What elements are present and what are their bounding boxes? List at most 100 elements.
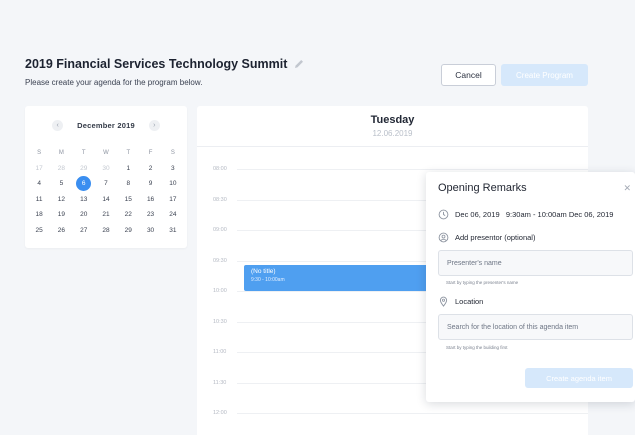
datetime-row[interactable]: Dec 06, 2019 9:30am - 10:00am Dec 06, 20… xyxy=(438,209,613,220)
calendar-day[interactable]: 10 xyxy=(162,176,184,192)
create-agenda-item-button[interactable]: Create agenda item xyxy=(525,368,633,388)
calendar-day-number: 25 xyxy=(35,226,43,234)
calendar-day-number: 31 xyxy=(169,226,177,234)
calendar-day[interactable]: 14 xyxy=(95,192,117,208)
presenter-row: Add presentor (optional) xyxy=(438,232,535,243)
location-hint: Start by typing the building first xyxy=(446,345,508,350)
calendar-day[interactable]: 8 xyxy=(117,176,139,192)
calendar-day-number: 23 xyxy=(146,211,155,219)
calendar-day-number: 5 xyxy=(59,180,64,188)
user-icon xyxy=(438,232,449,243)
calendar-day-number: 2 xyxy=(148,164,153,172)
calendar-day[interactable]: 15 xyxy=(117,192,139,208)
calendar-day[interactable]: 16 xyxy=(139,192,161,208)
calendar-day-number: 1 xyxy=(126,164,131,172)
calendar-day[interactable]: 3 xyxy=(162,161,184,177)
time-slot-label: 08:00 xyxy=(213,166,227,172)
calendar-day[interactable]: 17 xyxy=(162,192,184,208)
day-view-date: 12.06.2019 xyxy=(372,129,413,138)
calendar-day[interactable]: 17 xyxy=(28,161,50,177)
time-slot-label: 12:00 xyxy=(213,410,227,416)
calendar-day-number: 9 xyxy=(148,180,153,188)
calendar-day[interactable]: 24 xyxy=(162,207,184,223)
event-datetime: Dec 06, 2019 9:30am - 10:00am Dec 06, 20… xyxy=(455,210,614,219)
weekday-header: T xyxy=(81,149,86,156)
presenter-hint: Start by typing the presenter's name xyxy=(446,280,519,285)
calendar-day-number: 22 xyxy=(124,211,132,219)
calendar-day[interactable]: 29 xyxy=(117,223,139,239)
time-slot[interactable]: 12:00 xyxy=(197,410,588,416)
calendar-day-number: 12 xyxy=(57,195,66,203)
presenter-input[interactable]: Presenter's name xyxy=(438,250,633,276)
calendar-day[interactable]: 1 xyxy=(117,161,139,177)
close-icon[interactable]: ✕ xyxy=(623,183,631,194)
calendar-day[interactable]: 21 xyxy=(95,207,117,223)
location-row: Location xyxy=(438,296,483,307)
time-slot-label: 08:30 xyxy=(213,196,227,203)
cancel-button[interactable]: Cancel xyxy=(441,64,496,86)
mini-calendar: ‹ December 2019 › S M T W T F S 17 28 29 30 1 2 3 4 5 6 7… xyxy=(25,106,187,248)
weekday-header: M xyxy=(58,149,64,156)
calendar-day[interactable]: 25 xyxy=(28,223,50,239)
time-slot[interactable]: 08:00 xyxy=(197,166,588,172)
event-title: (No title) xyxy=(251,268,276,275)
calendar-day-number: 10 xyxy=(169,180,177,188)
location-label: Location xyxy=(455,297,484,306)
chevron-right-icon[interactable]: › xyxy=(148,120,160,131)
calendar-day[interactable]: 5 xyxy=(50,176,72,192)
calendar-day[interactable]: 11 xyxy=(28,192,50,208)
calendar-day[interactable]: 4 xyxy=(28,176,50,192)
calendar-day[interactable]: 2 xyxy=(139,161,161,177)
chevron-left-icon[interactable]: ‹ xyxy=(52,120,64,131)
time-slot-label: 09:00 xyxy=(213,227,227,233)
calendar-day-number: 18 xyxy=(35,211,43,219)
calendar-day[interactable]: 6 xyxy=(73,176,95,192)
time-slot-label: 10:00 xyxy=(213,288,227,294)
event-time: 9:30 - 10:00am xyxy=(251,277,285,283)
calendar-day-number: 24 xyxy=(169,211,177,219)
program-title: 2019 Financial Services Technology Summi… xyxy=(25,57,288,71)
calendar-day[interactable]: 29 xyxy=(73,161,95,177)
calendar-day-number: 11 xyxy=(35,195,43,203)
calendar-day[interactable]: 26 xyxy=(50,223,72,239)
create-program-button[interactable]: Create Program xyxy=(501,64,588,86)
agenda-item-popover: Opening Remarks ✕ Dec 06, 2019 9:30am - … xyxy=(426,172,635,402)
time-slot-label: 11:00 xyxy=(213,349,227,355)
calendar-day[interactable]: 19 xyxy=(50,207,72,223)
calendar-day[interactable]: 28 xyxy=(50,161,72,177)
calendar-day[interactable]: 30 xyxy=(95,161,117,177)
weekday-header: F xyxy=(148,149,153,156)
calendar-day-number: 30 xyxy=(146,226,155,234)
calendar-day[interactable]: 31 xyxy=(162,223,184,239)
calendar-day[interactable]: 23 xyxy=(139,207,161,223)
calendar-day-number: 29 xyxy=(80,164,88,172)
calendar-day[interactable]: 9 xyxy=(139,176,161,192)
calendar-day-number: 14 xyxy=(102,195,110,203)
pencil-icon[interactable] xyxy=(293,58,305,70)
calendar-day-number: 8 xyxy=(126,180,131,188)
calendar-day[interactable]: 27 xyxy=(73,223,95,239)
calendar-day[interactable]: 20 xyxy=(73,207,95,223)
presenter-label: Add presentor (optional) xyxy=(455,233,536,242)
time-slot-label: 09:30 xyxy=(213,257,227,264)
day-view-weekday: Tuesday xyxy=(370,114,415,126)
calendar-day[interactable]: 7 xyxy=(95,176,117,192)
weekday-header: S xyxy=(37,149,42,156)
calendar-day-number: 16 xyxy=(146,195,155,203)
calendar-day[interactable]: 30 xyxy=(139,223,161,239)
time-slot-label: 11:30 xyxy=(213,379,227,386)
calendar-day[interactable]: 13 xyxy=(73,192,95,208)
calendar-day[interactable]: 22 xyxy=(117,207,139,223)
calendar-day-number: 7 xyxy=(104,180,108,188)
calendar-day[interactable]: 12 xyxy=(50,192,72,208)
popover-title: Opening Remarks xyxy=(438,182,527,194)
location-search-input[interactable]: Search for the location of this agenda i… xyxy=(438,314,633,340)
weekday-header: W xyxy=(103,149,109,156)
calendar-day-number: 26 xyxy=(57,226,66,234)
calendar-day-number: 28 xyxy=(102,226,110,234)
calendar-event[interactable]: (No title) 9:30 - 10:00am xyxy=(244,265,434,291)
calendar-day[interactable]: 18 xyxy=(28,207,50,223)
calendar-day[interactable]: 28 xyxy=(95,223,117,239)
calendar-day-number: 17 xyxy=(35,164,43,172)
calendar-day-number: 29 xyxy=(124,226,132,234)
